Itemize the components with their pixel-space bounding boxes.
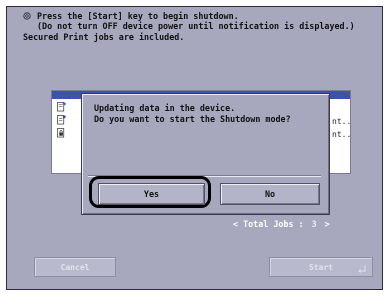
document-arrow-icon bbox=[57, 102, 66, 112]
total-jobs-next-arrow[interactable]: > bbox=[325, 219, 330, 229]
start-button-label: Start bbox=[308, 262, 334, 272]
yes-button[interactable]: Yes bbox=[98, 183, 205, 205]
message-line-1: Press the [Start] key to begin shutdown. bbox=[37, 11, 239, 21]
message-line-2: (Do not turn OFF device power until noti… bbox=[37, 21, 355, 31]
total-jobs-prev-arrow[interactable]: < bbox=[233, 219, 238, 229]
job-row-text-2: nt.. bbox=[332, 117, 352, 126]
enter-icon bbox=[358, 265, 366, 273]
total-jobs-label: Total Jobs : bbox=[243, 219, 304, 229]
yes-button-label: Yes bbox=[143, 189, 160, 199]
document-gear-icon bbox=[57, 115, 66, 125]
no-button[interactable]: No bbox=[220, 183, 320, 205]
cancel-button[interactable]: Cancel bbox=[34, 257, 116, 277]
dialog-line-1: Updating data in the device. bbox=[94, 103, 236, 113]
total-jobs-nav: < Total Jobs : 3 > bbox=[233, 219, 330, 229]
dialog-line-2: Do you want to start the Shutdown mode? bbox=[94, 114, 291, 124]
stop-icon bbox=[23, 12, 31, 20]
start-button[interactable]: Start bbox=[269, 257, 373, 277]
cancel-button-label: Cancel bbox=[60, 262, 90, 272]
shutdown-confirm-dialog: Updating data in the device. Do you want… bbox=[81, 93, 330, 215]
job-row-text-3: nt.. bbox=[332, 130, 352, 139]
total-jobs-count: 3 bbox=[311, 219, 317, 229]
screen-panel: Press the [Start] key to begin shutdown.… bbox=[6, 6, 383, 290]
dialog-message: Updating data in the device. Do you want… bbox=[94, 103, 291, 125]
document-lock-icon bbox=[57, 128, 65, 138]
message-line-3: Secured Print jobs are included. bbox=[23, 32, 185, 42]
no-button-label: No bbox=[264, 189, 276, 199]
